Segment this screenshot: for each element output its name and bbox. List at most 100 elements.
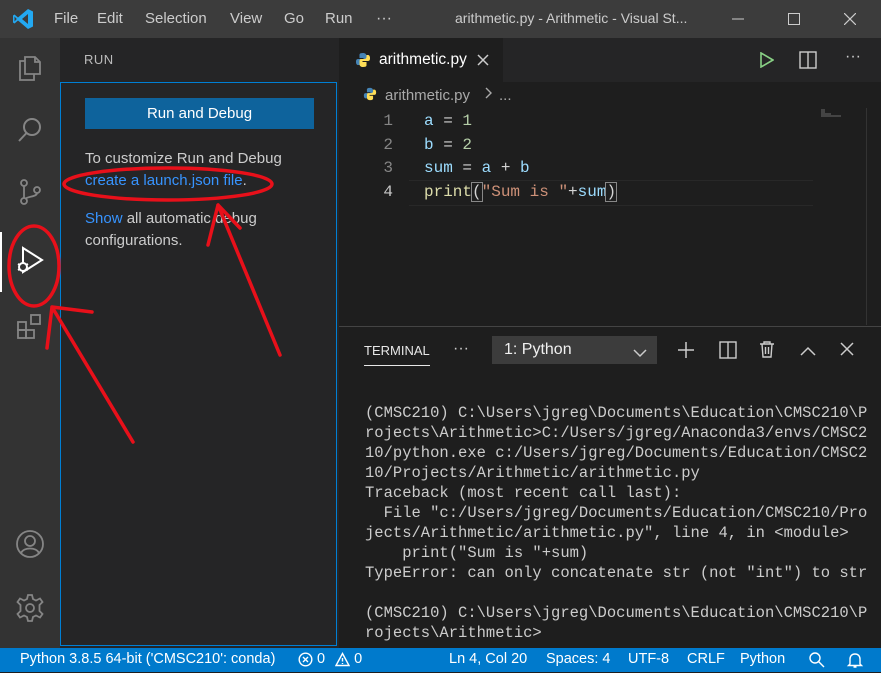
warning-count: 0 xyxy=(354,651,363,667)
python-file-icon xyxy=(363,87,377,105)
add-terminal-icon[interactable] xyxy=(677,341,695,364)
menu-file[interactable]: File xyxy=(54,10,78,27)
encoding[interactable]: UTF-8 xyxy=(628,651,669,667)
manage-button[interactable] xyxy=(0,586,60,634)
title-bar: File Edit Selection View Go Run ··· arit… xyxy=(0,0,881,38)
cursor-position[interactable]: Ln 4, Col 20 xyxy=(449,651,527,667)
more-actions-icon[interactable]: ··· xyxy=(845,48,861,66)
launch-json-line: create a launch.json file. xyxy=(85,170,247,192)
run-and-debug-button[interactable]: Run and Debug xyxy=(85,98,314,129)
breadcrumb: arithmetic.py ... xyxy=(339,82,881,108)
window-title: arithmetic.py - Arithmetic - Visual St..… xyxy=(455,10,688,26)
terminal-select-value: 1: Python xyxy=(504,341,572,358)
create-launch-json-link[interactable]: create a launch.json file xyxy=(85,172,243,189)
editor-tab-bar: arithmetic.py ··· xyxy=(339,38,881,82)
indentation[interactable]: Spaces: 4 xyxy=(546,651,611,667)
customize-text: To customize Run and Debug xyxy=(85,150,282,167)
code-line: a = 1 xyxy=(424,112,473,130)
show-text: all automatic debug xyxy=(122,210,257,227)
language-mode[interactable]: Python xyxy=(740,651,785,667)
line-number: 4 xyxy=(383,183,393,201)
source-control-button[interactable] xyxy=(0,170,60,218)
search-button[interactable] xyxy=(0,108,60,156)
terminal-line: rojects\Arithmetic> xyxy=(365,624,542,642)
terminal-line: 10/Projects/Arithmetic/arithmetic.py xyxy=(365,464,700,482)
error-count: 0 xyxy=(317,651,326,667)
problems-indicator[interactable]: 0 0 xyxy=(298,651,362,667)
terminal-line: print("Sum is "+sum) xyxy=(365,544,589,562)
extensions-button[interactable] xyxy=(0,304,60,352)
terminal-line: TypeError: can only concatenate str (not… xyxy=(365,564,868,582)
code-line: b = 2 xyxy=(424,136,473,154)
close-window-button[interactable] xyxy=(827,0,873,38)
run-file-icon[interactable] xyxy=(760,51,775,73)
vscode-logo-icon xyxy=(12,8,34,35)
breadcrumb-file[interactable]: arithmetic.py xyxy=(385,87,470,104)
terminal-line: Traceback (most recent call last): xyxy=(365,484,682,502)
activity-bar xyxy=(0,38,60,648)
explorer-button[interactable] xyxy=(0,46,60,94)
search-icon xyxy=(16,116,44,149)
chevron-down-icon xyxy=(633,345,647,363)
menu-view[interactable]: View xyxy=(230,10,262,27)
terminal-line: (CMSC210) C:\Users\jgreg\Documents\Educa… xyxy=(365,404,868,422)
terminal-line: File "c:/Users/jgreg/Documents/Education… xyxy=(365,504,868,522)
explorer-icon xyxy=(16,54,44,87)
terminal-panel: TERMINAL ··· 1: Python (CMSC210) C:\User… xyxy=(339,326,881,649)
chevron-up-icon[interactable] xyxy=(800,343,816,361)
minimize-button[interactable] xyxy=(715,0,761,38)
breadcrumb-more[interactable]: ... xyxy=(499,87,512,104)
maximize-button[interactable] xyxy=(771,0,817,38)
warning-icon xyxy=(335,651,351,667)
accounts-button[interactable] xyxy=(0,522,60,570)
line-number: 2 xyxy=(383,136,393,154)
tab-arithmetic-py[interactable]: arithmetic.py xyxy=(339,38,503,82)
show-line: Show all automatic debug xyxy=(85,208,257,230)
status-bar: Python 3.8.5 64-bit ('CMSC210': conda) 0… xyxy=(0,648,881,672)
trash-icon[interactable] xyxy=(759,340,775,363)
tab-terminal[interactable]: TERMINAL xyxy=(364,343,430,358)
launch-suffix: . xyxy=(242,172,247,189)
run-debug-icon xyxy=(14,244,46,281)
accounts-icon xyxy=(15,529,45,564)
panel-more-icon[interactable]: ··· xyxy=(453,340,469,358)
terminal-output[interactable]: (CMSC210) C:\Users\jgreg\Documents\Educa… xyxy=(365,403,867,643)
sidebar-title: RUN xyxy=(84,52,114,67)
terminal-line: rojects\Arithmetic>C:/Users/jgreg/Anacon… xyxy=(365,424,868,442)
feedback-icon[interactable] xyxy=(808,651,826,673)
chevron-right-icon xyxy=(484,86,494,104)
menu-more[interactable]: ··· xyxy=(376,10,392,28)
run-sidebar: RUN Run and Debug To customize Run and D… xyxy=(60,38,339,648)
menu-run[interactable]: Run xyxy=(325,10,353,27)
split-terminal-icon[interactable] xyxy=(719,341,737,364)
terminal-line: (CMSC210) C:\Users\jgreg\Documents\Educa… xyxy=(365,604,868,622)
menu-go[interactable]: Go xyxy=(284,10,304,27)
terminal-line: 10/python.exe c:/Users/jgreg/Documents/E… xyxy=(365,444,868,462)
line-number: 3 xyxy=(383,159,393,177)
show-link[interactable]: Show xyxy=(85,210,123,227)
python-interpreter[interactable]: Python 3.8.5 64-bit ('CMSC210': conda) xyxy=(20,651,275,667)
close-icon[interactable] xyxy=(477,54,489,66)
menu-edit[interactable]: Edit xyxy=(97,10,123,27)
minimap[interactable] xyxy=(819,108,863,122)
code-editor[interactable]: 1 a = 1 2 b = 2 3 sum = a + b 4 print("S… xyxy=(339,108,881,325)
code-line: print("Sum is "+sum) xyxy=(424,182,618,202)
terminal-select[interactable]: 1: Python xyxy=(492,336,657,364)
split-editor-icon[interactable] xyxy=(799,51,817,74)
close-panel-icon[interactable] xyxy=(840,342,854,361)
terminal-line: jects/Arithmetic/arithmetic.py", line 4,… xyxy=(365,524,849,542)
error-icon xyxy=(298,651,313,667)
code-line: sum = a + b xyxy=(424,159,530,177)
configurations-text: configurations. xyxy=(85,232,183,249)
scrollbar-track[interactable] xyxy=(866,108,867,325)
menu-selection[interactable]: Selection xyxy=(145,10,207,27)
source-control-icon xyxy=(16,178,44,211)
tab-label: arithmetic.py xyxy=(379,51,467,68)
extensions-icon xyxy=(16,312,44,345)
line-number: 1 xyxy=(383,112,393,130)
run-debug-button[interactable] xyxy=(0,238,60,286)
end-of-line[interactable]: CRLF xyxy=(687,651,725,667)
bell-icon[interactable] xyxy=(846,651,864,673)
python-file-icon xyxy=(355,52,371,68)
